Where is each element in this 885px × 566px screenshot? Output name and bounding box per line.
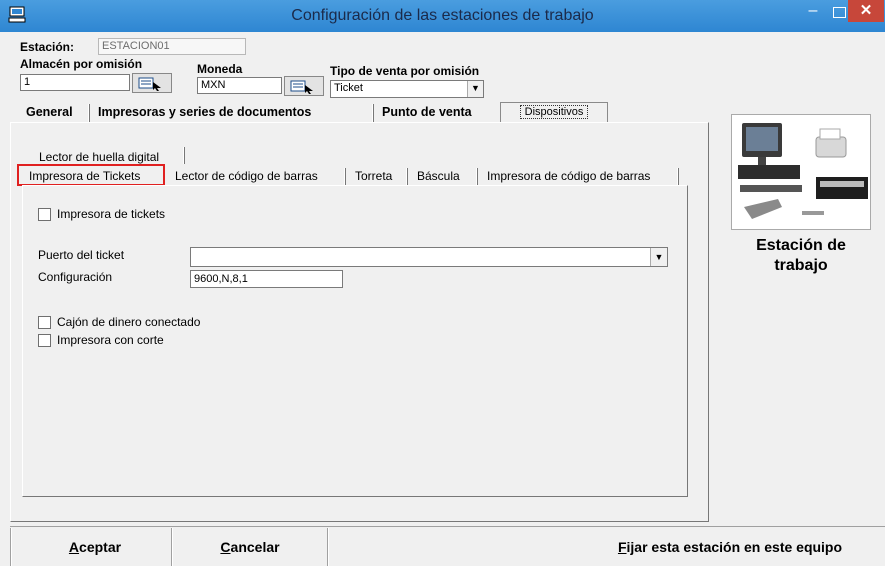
tab-impresoras[interactable]: Impresoras y series de documentos xyxy=(94,103,315,123)
configuracion-label: Configuración xyxy=(38,270,113,284)
tipo-venta-value: Ticket xyxy=(334,82,363,94)
estacion-field[interactable]: ESTACION01 xyxy=(98,38,246,55)
puerto-ticket-label: Puerto del ticket xyxy=(38,248,125,262)
almacen-field[interactable]: 1 xyxy=(20,74,130,91)
caption-line2: trabajo xyxy=(774,257,828,274)
minimize-icon[interactable]: – xyxy=(804,3,822,20)
moneda-field[interactable]: MXN xyxy=(197,77,282,94)
puerto-ticket-select[interactable]: ▼ xyxy=(190,247,668,267)
caption-line1: Estación de xyxy=(756,237,846,254)
fix-station-button[interactable]: Fijar esta estación en este equipo xyxy=(580,528,880,566)
tab-separator xyxy=(677,168,679,185)
moneda-lookup-button[interactable] xyxy=(284,76,324,96)
tab-impresora-codigo-barras[interactable]: Impresora de código de barras xyxy=(484,167,653,185)
almacen-lookup-button[interactable] xyxy=(132,73,172,93)
tab-separator xyxy=(476,168,478,185)
impresora-tickets-checkbox[interactable] xyxy=(38,208,51,221)
workstation-image xyxy=(731,114,871,230)
close-icon[interactable]: ✕ xyxy=(848,0,884,22)
pos-workstation-icon xyxy=(738,123,868,219)
tipo-venta-label: Tipo de venta por omisión xyxy=(330,64,480,78)
tipo-venta-select[interactable]: Ticket ▼ xyxy=(330,80,484,98)
divider xyxy=(10,526,885,527)
chevron-down-icon[interactable]: ▼ xyxy=(467,81,483,97)
tab-torreta[interactable]: Torreta xyxy=(352,167,395,185)
impresora-tickets-label: Impresora de tickets xyxy=(57,207,166,221)
chevron-down-icon[interactable]: ▼ xyxy=(650,248,667,266)
highlight-box xyxy=(17,164,165,186)
tab-bascula[interactable]: Báscula xyxy=(414,167,463,185)
tab-dispositivos[interactable]: Dispositivos xyxy=(500,102,608,122)
configuracion-field[interactable]: 9600,N,8,1 xyxy=(190,270,343,288)
lookup-icon xyxy=(290,80,313,94)
lookup-icon xyxy=(138,77,161,91)
workstation-caption: Estación de trabajo xyxy=(731,236,871,276)
tab-separator xyxy=(372,104,374,123)
tab-general[interactable]: General xyxy=(22,103,77,123)
tab-separator xyxy=(344,168,346,185)
tab-separator xyxy=(88,104,90,123)
title-bar: Configuración de las estaciones de traba… xyxy=(0,0,885,32)
estacion-label: Estación: xyxy=(20,40,75,54)
divider xyxy=(171,528,173,566)
divider xyxy=(327,528,329,566)
impresora-corte-label: Impresora con corte xyxy=(57,333,164,347)
accept-button[interactable]: Aceptar xyxy=(20,528,170,566)
divider xyxy=(10,528,12,566)
window-title: Configuración de las estaciones de traba… xyxy=(291,7,594,24)
almacen-label: Almacén por omisión xyxy=(20,57,143,71)
cancel-button[interactable]: Cancelar xyxy=(175,528,325,566)
tab-punto-venta[interactable]: Punto de venta xyxy=(378,103,476,123)
maximize-icon[interactable] xyxy=(830,6,848,20)
tab-separator xyxy=(183,147,185,164)
tab-separator xyxy=(406,168,408,185)
moneda-label: Moneda xyxy=(197,62,243,76)
cajon-dinero-checkbox[interactable] xyxy=(38,316,51,329)
tab-lector-codigo-barras[interactable]: Lector de código de barras xyxy=(172,167,321,185)
cajon-dinero-label: Cajón de dinero conectado xyxy=(57,315,201,329)
impresora-corte-checkbox[interactable] xyxy=(38,334,51,347)
